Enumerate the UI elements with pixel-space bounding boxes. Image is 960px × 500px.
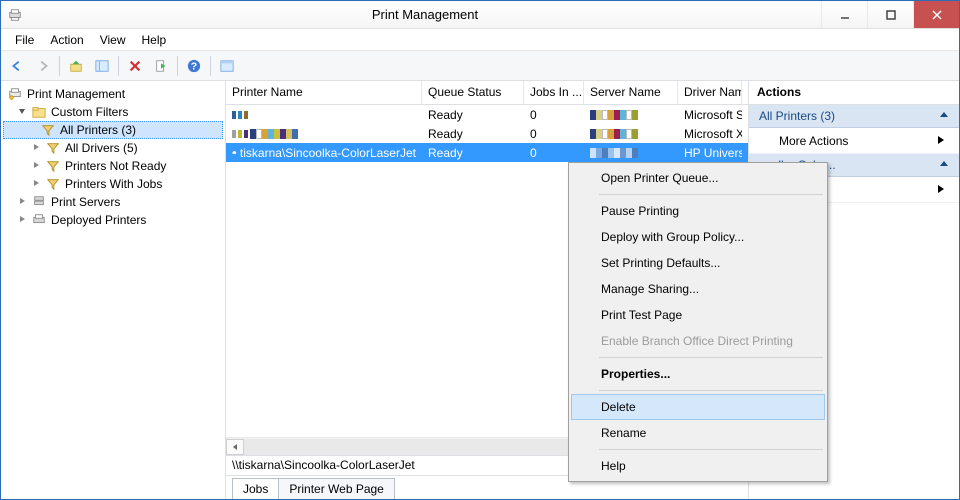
toolbar: ? [1,51,959,81]
ctx-properties[interactable]: Properties... [571,361,825,387]
tree-pane: Print Management Custom Filters All Prin… [1,81,226,499]
filter-icon [45,158,61,174]
tree-not-ready[interactable]: Printers Not Ready [3,157,223,175]
submenu-arrow-icon [937,134,945,148]
collapse-icon[interactable] [17,106,29,118]
menu-separator [599,194,823,195]
window-title: Print Management [29,1,821,28]
delete-button[interactable] [123,54,147,78]
ctx-rename[interactable]: Rename [571,420,825,446]
maximize-button[interactable] [867,1,913,28]
server-pixels [590,129,638,139]
col-jobs[interactable]: Jobs In ... [524,81,584,104]
deployed-icon [31,212,47,228]
col-queue-status[interactable]: Queue Status [422,81,524,104]
grid-row-selected[interactable]: tiskarna\Sincoolka-ColorLaserJet Ready 0… [226,143,748,162]
menu-view[interactable]: View [92,31,134,49]
menu-file[interactable]: File [7,31,42,49]
menu-separator [599,390,823,391]
grid-row[interactable]: Ready 0 Microsoft XP [226,124,748,143]
expand-icon[interactable] [31,178,43,190]
tree-print-servers[interactable]: Print Servers [3,193,223,211]
tree-with-jobs[interactable]: Printers With Jobs [3,175,223,193]
ctx-branch-office: Enable Branch Office Direct Printing [571,328,825,354]
tree-custom-filters[interactable]: Custom Filters [3,103,223,121]
printer-icon [232,127,250,141]
printer-icon [232,108,250,122]
ctx-test-page[interactable]: Print Test Page [571,302,825,328]
ctx-delete[interactable]: Delete [571,394,825,420]
collapse-icon [939,109,949,123]
col-printer-name[interactable]: Printer Name [226,81,422,104]
minimize-button[interactable] [821,1,867,28]
col-driver-name[interactable]: Driver Name [678,81,742,104]
menu-action[interactable]: Action [42,31,91,49]
menu-separator [599,449,823,450]
actions-header: Actions [749,81,959,105]
context-menu: Open Printer Queue... Pause Printing Dep… [568,162,828,482]
tree-all-printers[interactable]: All Printers (3) [3,121,223,139]
tree-all-drivers[interactable]: All Drivers (5) [3,139,223,157]
grid-header: Printer Name Queue Status Jobs In ... Se… [226,81,748,105]
server-pixels [590,110,638,120]
folder-icon [31,104,47,120]
titlebar: Print Management [1,1,959,29]
ctx-help[interactable]: Help [571,453,825,479]
toolbar-button-panes[interactable] [90,54,114,78]
tree-deployed[interactable]: Deployed Printers [3,211,223,229]
app-icon [1,1,29,28]
scroll-left-icon[interactable] [226,439,244,455]
toolbar-button-up[interactable] [64,54,88,78]
expand-icon[interactable] [17,214,29,226]
menu-separator [599,357,823,358]
submenu-arrow-icon [937,183,945,197]
grid-row[interactable]: Ready 0 Microsoft Sh [226,105,748,124]
close-button[interactable] [913,1,959,28]
name-pixels [250,129,298,139]
ctx-deploy[interactable]: Deploy with Group Policy... [571,224,825,250]
expand-icon[interactable] [31,142,43,154]
forward-button[interactable] [31,54,55,78]
menubar: File Action View Help [1,29,959,51]
server-pixels [590,148,638,158]
tab-web-page[interactable]: Printer Web Page [278,478,395,499]
expand-icon[interactable] [31,160,43,172]
filter-icon [40,122,56,138]
ctx-defaults[interactable]: Set Printing Defaults... [571,250,825,276]
filter-icon [45,140,61,156]
help-button[interactable]: ? [182,54,206,78]
col-server-name[interactable]: Server Name [584,81,678,104]
filter-icon [45,176,61,192]
printer-icon [232,146,237,160]
ctx-pause[interactable]: Pause Printing [571,198,825,224]
export-button[interactable] [149,54,173,78]
back-button[interactable] [5,54,29,78]
actions-section-all-printers[interactable]: All Printers (3) [749,105,959,128]
collapse-icon [939,158,949,172]
menu-help[interactable]: Help [134,31,175,49]
expand-icon[interactable] [17,196,29,208]
svg-text:?: ? [191,60,197,72]
tab-jobs[interactable]: Jobs [232,478,279,499]
actions-more-actions[interactable]: More Actions [749,128,959,154]
ctx-open-queue[interactable]: Open Printer Queue... [571,165,825,191]
tree-root[interactable]: Print Management [3,85,223,103]
ctx-sharing[interactable]: Manage Sharing... [571,276,825,302]
printmgmt-icon [7,86,23,102]
toolbar-button-extra[interactable] [215,54,239,78]
server-icon [31,194,47,210]
